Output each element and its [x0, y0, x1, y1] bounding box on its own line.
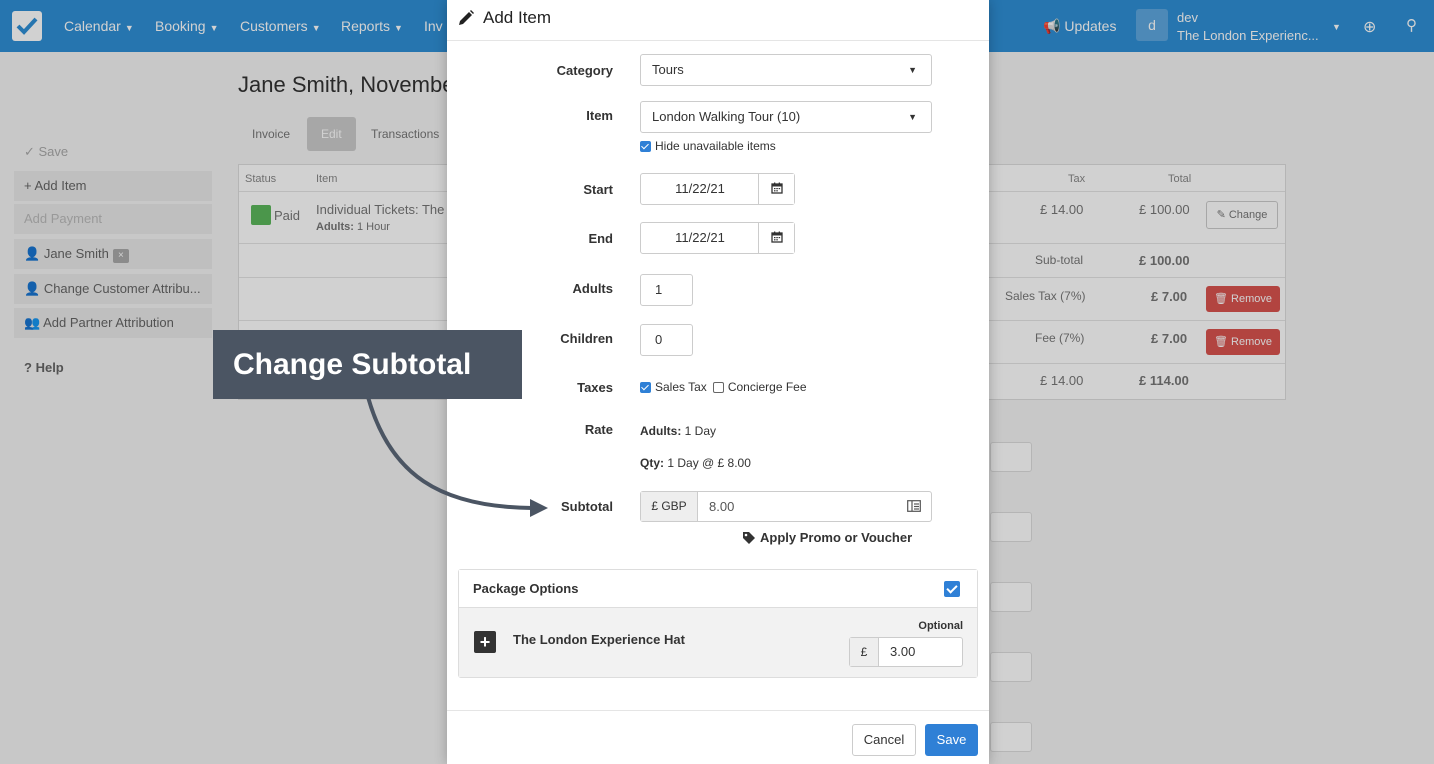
sales-tax-label: Sales Tax — [655, 380, 707, 394]
calculator-icon[interactable] — [907, 500, 921, 515]
save-button[interactable]: Save — [925, 724, 978, 756]
caret-down-icon: ▼ — [908, 65, 917, 75]
pencil-icon — [457, 9, 475, 30]
end-date-field[interactable]: 11/22/21 — [640, 222, 795, 254]
sales-tax-checkbox[interactable] — [640, 381, 651, 393]
currency-addon: £ GBP — [641, 492, 698, 521]
start-date-value: 11/22/21 — [675, 181, 725, 196]
start-calendar-button[interactable] — [758, 174, 794, 204]
taxes-options: Sales Tax Concierge Fee — [640, 380, 807, 394]
start-date-field[interactable]: 11/22/21 — [640, 173, 795, 205]
package-item-name: The London Experience Hat — [513, 632, 685, 647]
adults-input[interactable]: 1 — [640, 274, 693, 306]
concierge-fee-checkbox[interactable] — [712, 381, 724, 393]
add-item-modal: Add Item Category Tours ▼ Item London Wa… — [447, 0, 989, 764]
category-select[interactable]: Tours ▼ — [640, 54, 932, 86]
package-price-input[interactable]: £ 3.00 — [849, 637, 963, 667]
start-label: Start — [583, 182, 613, 197]
end-date-value: 11/22/21 — [675, 230, 725, 245]
package-options-title: Package Options — [473, 581, 579, 596]
concierge-fee-label: Concierge Fee — [727, 380, 807, 394]
subtotal-value[interactable]: 8.00 — [709, 492, 734, 521]
package-options-panel: Package Options + The London Experience … — [458, 569, 978, 678]
tag-icon — [743, 531, 755, 544]
cancel-button[interactable]: Cancel — [852, 724, 916, 756]
category-label: Category — [556, 63, 613, 78]
item-label: Item — [586, 108, 613, 123]
caret-down-icon: ▼ — [908, 112, 917, 122]
calendar-icon — [771, 231, 783, 243]
children-input[interactable]: 0 — [640, 324, 693, 356]
adults-label: Adults — [572, 281, 613, 296]
package-options-header: Package Options — [459, 570, 977, 608]
package-item-row: + The London Experience Hat Optional £ 3… — [459, 608, 977, 677]
callout-arrow-icon — [366, 396, 548, 517]
add-package-item-button[interactable]: + — [474, 631, 496, 653]
end-calendar-button[interactable] — [758, 223, 794, 253]
optional-label: Optional — [918, 620, 963, 632]
item-select[interactable]: London Walking Tour (10) ▼ — [640, 101, 932, 133]
modal-footer: Cancel Save — [447, 710, 989, 764]
package-price-value[interactable]: 3.00 — [890, 638, 915, 666]
hide-unavailable-label: Hide unavailable items — [655, 139, 776, 153]
callout-label: Change Subtotal — [213, 330, 522, 399]
rate-adults: Adults: 1 Day — [640, 424, 717, 438]
hide-unavailable-checkbox[interactable]: Hide unavailable items — [640, 139, 776, 153]
apply-promo-link[interactable]: Apply Promo or Voucher — [742, 530, 912, 545]
modal-header: Add Item — [447, 0, 989, 41]
category-value: Tours — [652, 62, 684, 77]
package-options-checkbox[interactable] — [944, 581, 960, 597]
end-label: End — [588, 231, 613, 246]
currency-addon: £ — [850, 638, 879, 666]
modal-title: Add Item — [483, 8, 552, 27]
subtotal-input[interactable]: £ GBP 8.00 — [640, 491, 932, 522]
rate-qty: Qty: 1 Day @ £ 8.00 — [640, 456, 751, 470]
item-value: London Walking Tour (10) — [652, 109, 801, 124]
calendar-icon — [771, 182, 783, 194]
checkbox-checked-icon[interactable] — [640, 140, 651, 152]
